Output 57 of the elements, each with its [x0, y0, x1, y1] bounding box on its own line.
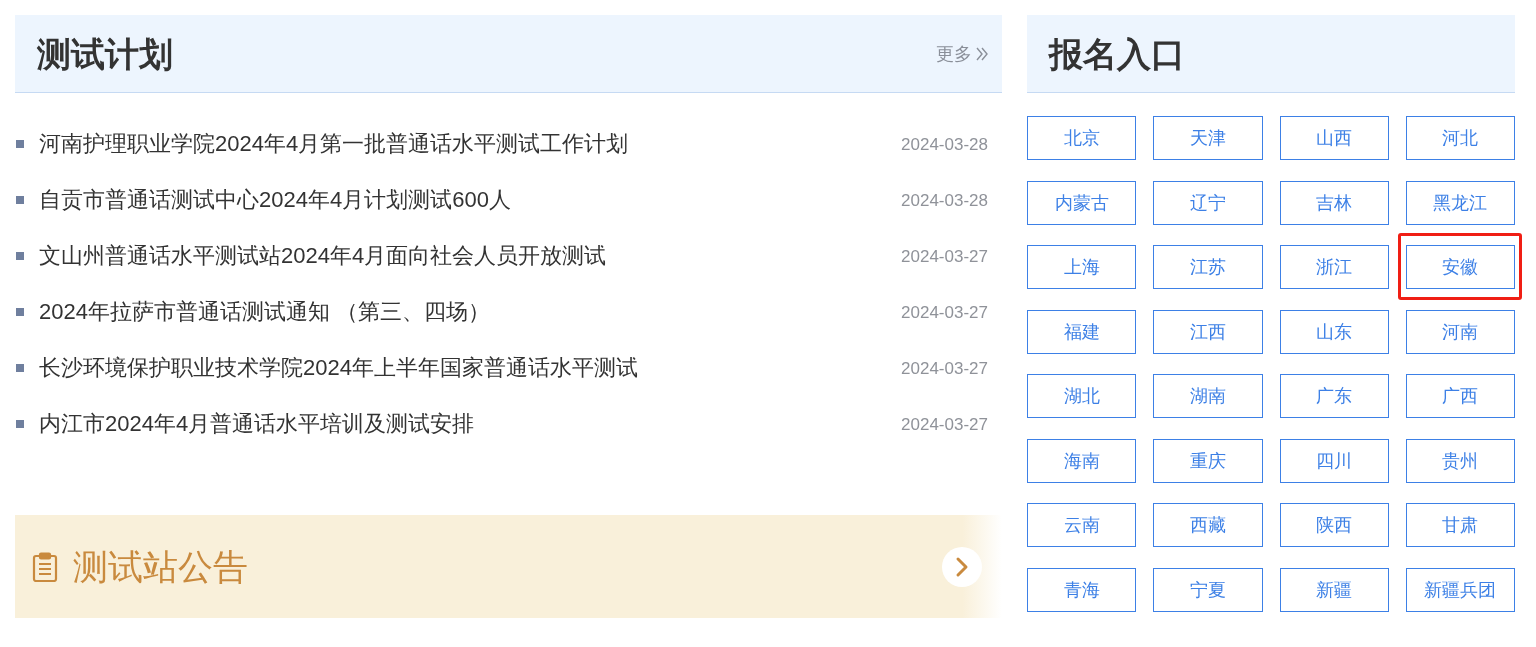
clipboard-icon	[32, 551, 58, 582]
province-button[interactable]: 海南	[1027, 438, 1137, 483]
province-button[interactable]: 黑龙江	[1405, 180, 1515, 225]
province-button[interactable]: 上海	[1027, 245, 1137, 289]
province-button[interactable]: 北京	[1027, 116, 1137, 160]
news-date: 2024-03-28	[901, 135, 988, 153]
province-button[interactable]: 四川	[1279, 438, 1389, 483]
news-date: 2024-03-27	[901, 303, 988, 321]
news-link[interactable]: 文山州普通话水平测试站2024年4月面向社会人员开放测试	[39, 245, 607, 267]
province-button[interactable]: 天津	[1153, 116, 1263, 160]
news-link[interactable]: 内江市2024年4月普通话水平培训及测试安排	[39, 413, 475, 435]
news-link[interactable]: 河南护理职业学院2024年4月第一批普通话水平测试工作计划	[39, 133, 629, 155]
province-button[interactable]: 吉林	[1279, 180, 1389, 225]
bullet-icon	[16, 140, 24, 148]
province-button[interactable]: 安徽	[1405, 245, 1515, 289]
province-button[interactable]: 重庆	[1153, 438, 1263, 483]
province-button[interactable]: 甘肃	[1405, 503, 1515, 547]
news-link[interactable]: 2024年拉萨市普通话测试通知 （第三、四场）	[39, 301, 491, 323]
province-button[interactable]: 河南	[1405, 309, 1515, 354]
province-button[interactable]: 广西	[1405, 374, 1515, 418]
province-button[interactable]: 青海	[1027, 567, 1137, 612]
province-button[interactable]: 福建	[1027, 309, 1137, 354]
more-link[interactable]: 更多	[936, 44, 988, 63]
news-date: 2024-03-27	[901, 415, 988, 433]
province-button[interactable]: 宁夏	[1153, 567, 1263, 612]
chevron-right-icon[interactable]	[942, 546, 982, 587]
section-title: 测试计划	[37, 36, 173, 71]
news-link[interactable]: 长沙环境保护职业技术学院2024年上半年国家普通话水平测试	[39, 357, 638, 379]
province-button[interactable]: 河北	[1405, 116, 1515, 160]
bullet-icon	[16, 308, 24, 316]
province-button[interactable]: 新疆兵团	[1405, 567, 1515, 612]
province-button[interactable]: 贵州	[1405, 438, 1515, 483]
province-button[interactable]: 西藏	[1153, 503, 1263, 547]
province-button[interactable]: 浙江	[1279, 245, 1389, 289]
bullet-icon	[16, 420, 24, 428]
bullet-icon	[16, 252, 24, 260]
province-button[interactable]: 新疆	[1279, 567, 1389, 612]
bullet-icon	[16, 364, 24, 372]
news-date: 2024-03-27	[901, 247, 988, 265]
province-button[interactable]: 云南	[1027, 503, 1137, 547]
bullet-icon	[16, 196, 24, 204]
section-title: 报名入口	[1049, 36, 1185, 71]
province-button[interactable]: 湖南	[1153, 374, 1263, 418]
province-button[interactable]: 内蒙古	[1027, 180, 1137, 225]
province-button[interactable]: 广东	[1279, 374, 1389, 418]
news-link[interactable]: 自贡市普通话测试中心2024年4月计划测试600人	[39, 189, 511, 211]
news-date: 2024-03-28	[901, 191, 988, 209]
province-button[interactable]: 江西	[1153, 309, 1263, 354]
province-button[interactable]: 陕西	[1279, 503, 1389, 547]
province-button[interactable]: 湖北	[1027, 374, 1137, 418]
province-button[interactable]: 辽宁	[1153, 180, 1263, 225]
province-button[interactable]: 江苏	[1153, 245, 1263, 289]
province-button[interactable]: 山东	[1279, 309, 1389, 354]
double-chevron-icon	[976, 46, 988, 61]
province-button[interactable]: 山西	[1279, 116, 1389, 160]
news-date: 2024-03-27	[901, 359, 988, 377]
banner-title: 测试站公告	[73, 549, 248, 584]
